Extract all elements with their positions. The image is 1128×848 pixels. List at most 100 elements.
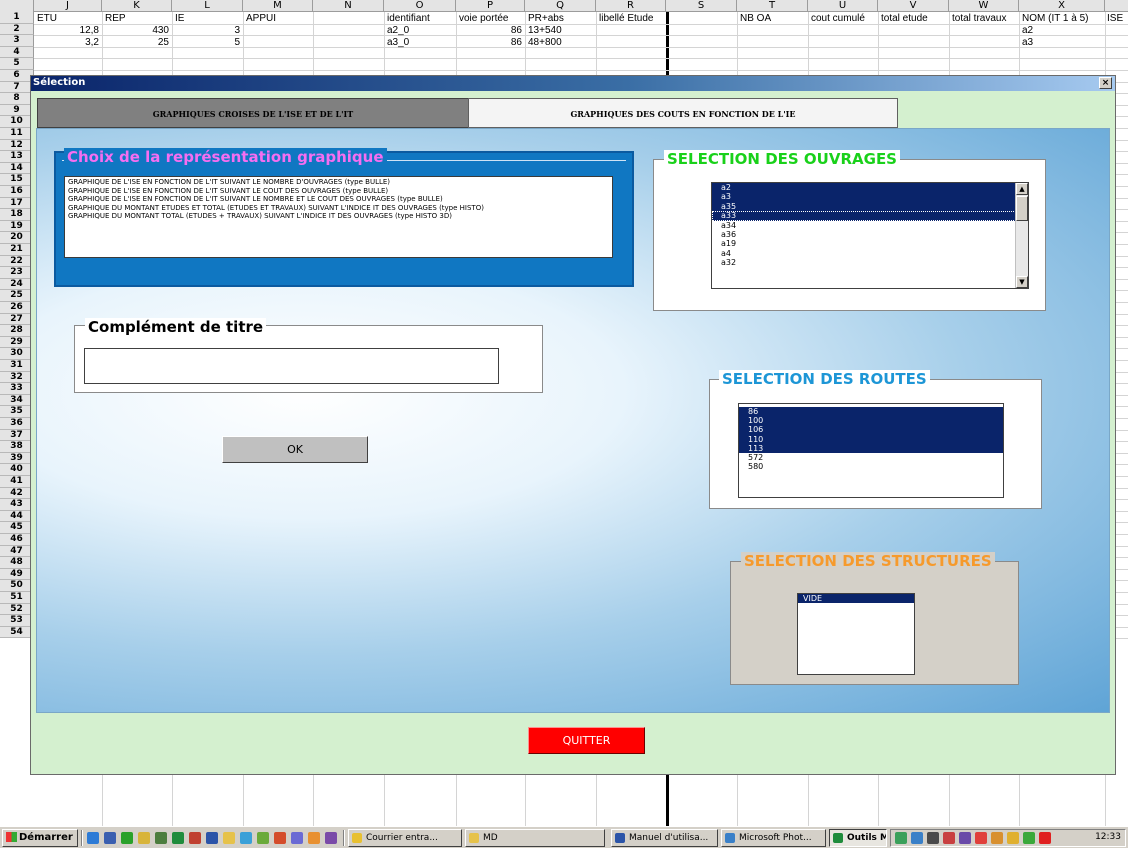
row-header[interactable]: 20 (0, 232, 34, 244)
cell[interactable]: total etude (881, 13, 928, 24)
ouvrage-item[interactable]: a35 (712, 201, 1028, 212)
row-header[interactable]: 26 (0, 302, 34, 314)
cell[interactable]: 86 (456, 25, 522, 36)
row-header[interactable]: 5 (0, 58, 34, 70)
ouvrage-item[interactable]: a36 (712, 230, 1028, 239)
column-header[interactable]: M (243, 0, 313, 12)
quitter-button[interactable]: QUITTER (528, 727, 645, 754)
row-header[interactable]: 29 (0, 336, 34, 349)
route-item[interactable]: 572 (739, 453, 1003, 462)
column-header[interactable]: X (1019, 0, 1105, 12)
route-item[interactable]: 86 (739, 407, 1003, 417)
quicklaunch-app-icon[interactable] (274, 832, 286, 844)
tray-app-icon[interactable] (1007, 832, 1019, 844)
clock[interactable]: 12:33 (1095, 832, 1121, 842)
row-header[interactable]: 46 (0, 534, 34, 546)
row-header[interactable]: 28 (0, 325, 34, 337)
row-header[interactable]: 43 (0, 499, 34, 511)
quicklaunch-word-icon[interactable] (206, 832, 218, 844)
ouvrage-item[interactable]: a32 (712, 258, 1028, 267)
row-header[interactable]: 49 (0, 568, 34, 581)
quicklaunch-desktop-icon[interactable] (104, 832, 116, 844)
chart-type-option[interactable]: GRAPHIQUE DU MONTANT TOTAL (ETUDES + TRA… (68, 212, 609, 221)
row-header[interactable]: 11 (0, 128, 34, 140)
row-header[interactable]: 19 (0, 220, 34, 233)
row-header[interactable]: 23 (0, 267, 34, 279)
row-header[interactable]: 21 (0, 244, 34, 256)
route-item[interactable]: 100 (739, 416, 1003, 426)
row-header[interactable]: 38 (0, 441, 34, 453)
row-header[interactable]: 1 (0, 12, 34, 24)
row-header[interactable]: 33 (0, 383, 34, 395)
tray-app-icon[interactable] (943, 832, 955, 844)
row-header[interactable]: 45 (0, 522, 34, 534)
cell[interactable]: 13+540 (528, 25, 562, 36)
row-header[interactable]: 24 (0, 278, 34, 291)
quicklaunch-app-icon[interactable] (308, 832, 320, 844)
route-item[interactable]: 106 (739, 425, 1003, 435)
row-header[interactable]: 2 (0, 23, 34, 36)
cell[interactable]: a3 (1022, 37, 1033, 48)
column-header[interactable]: U (808, 0, 878, 12)
start-button[interactable]: Démarrer (2, 829, 78, 847)
row-header[interactable]: 39 (0, 452, 34, 465)
quicklaunch-excel-icon[interactable] (172, 832, 184, 844)
ouvrage-item[interactable]: a2 (712, 183, 1028, 193)
row-header[interactable]: 48 (0, 557, 34, 569)
ouvrage-item[interactable]: a3 (712, 192, 1028, 202)
ok-button[interactable]: OK (222, 436, 368, 463)
row-header[interactable]: 50 (0, 580, 34, 592)
cell[interactable]: libellé Etude (599, 13, 653, 24)
cell[interactable]: 48+800 (528, 37, 562, 48)
scroll-up-icon[interactable]: ▲ (1016, 183, 1028, 195)
row-header[interactable]: 16 (0, 186, 34, 198)
scroll-down-icon[interactable]: ▼ (1016, 276, 1028, 288)
row-header[interactable]: 41 (0, 476, 34, 488)
quicklaunch-app-icon[interactable] (138, 832, 150, 844)
cell[interactable]: total travaux (952, 13, 1006, 24)
tray-network-icon[interactable] (895, 832, 907, 844)
column-header[interactable]: N (313, 0, 384, 12)
row-header[interactable]: 8 (0, 93, 34, 105)
cell[interactable]: 86 (456, 37, 522, 48)
select-all-corner[interactable] (0, 0, 34, 12)
ouvrage-item[interactable]: a19 (712, 239, 1028, 248)
scroll-thumb[interactable] (1016, 196, 1028, 221)
row-header[interactable]: 54 (0, 626, 34, 639)
ouvrage-item[interactable]: a34 (712, 221, 1028, 230)
row-header[interactable]: 22 (0, 255, 34, 268)
row-header[interactable]: 14 (0, 162, 34, 175)
routes-listbox[interactable]: 86 100 106 110 113 572 580 (738, 403, 1004, 498)
cell[interactable]: IE (175, 13, 184, 24)
cell[interactable]: a2_0 (387, 25, 409, 36)
cell[interactable]: a3_0 (387, 37, 409, 48)
column-header[interactable]: R (596, 0, 666, 12)
column-header[interactable]: J (34, 0, 102, 12)
chart-type-listbox[interactable]: GRAPHIQUE DE L'ISE EN FONCTION DE L'IT S… (64, 176, 613, 258)
cell[interactable]: 3,2 (34, 37, 99, 48)
column-header[interactable]: O (384, 0, 456, 12)
dialog-titlebar[interactable]: Sélection × (31, 76, 1115, 91)
row-header[interactable]: 53 (0, 615, 34, 627)
quicklaunch-powerpoint-icon[interactable] (189, 832, 201, 844)
tray-app-icon[interactable] (959, 832, 971, 844)
ouvrage-item[interactable]: a4 (712, 249, 1028, 258)
row-header[interactable]: 13 (0, 151, 34, 163)
task-md-folder[interactable]: MD (465, 829, 605, 847)
row-header[interactable]: 9 (0, 104, 34, 117)
cell[interactable]: ETU (37, 13, 57, 24)
task-manuel[interactable]: Manuel d'utilisa... (611, 829, 718, 847)
cell[interactable]: PR+abs (528, 13, 564, 24)
chart-type-option[interactable]: GRAPHIQUE DE L'ISE EN FONCTION DE L'IT S… (68, 178, 609, 187)
cell[interactable]: identifiant (387, 13, 430, 24)
row-header[interactable]: 31 (0, 360, 34, 372)
column-header[interactable]: Q (525, 0, 596, 12)
quicklaunch-app-icon[interactable] (325, 832, 337, 844)
quicklaunch-app-icon[interactable] (240, 832, 252, 844)
tray-app-icon[interactable] (911, 832, 923, 844)
column-header[interactable]: W (949, 0, 1019, 12)
chart-type-option[interactable]: GRAPHIQUE DE L'ISE EN FONCTION DE L'IT S… (68, 195, 609, 204)
cell[interactable]: 5 (172, 37, 240, 48)
row-header[interactable]: 47 (0, 545, 34, 558)
column-header[interactable]: K (102, 0, 172, 12)
